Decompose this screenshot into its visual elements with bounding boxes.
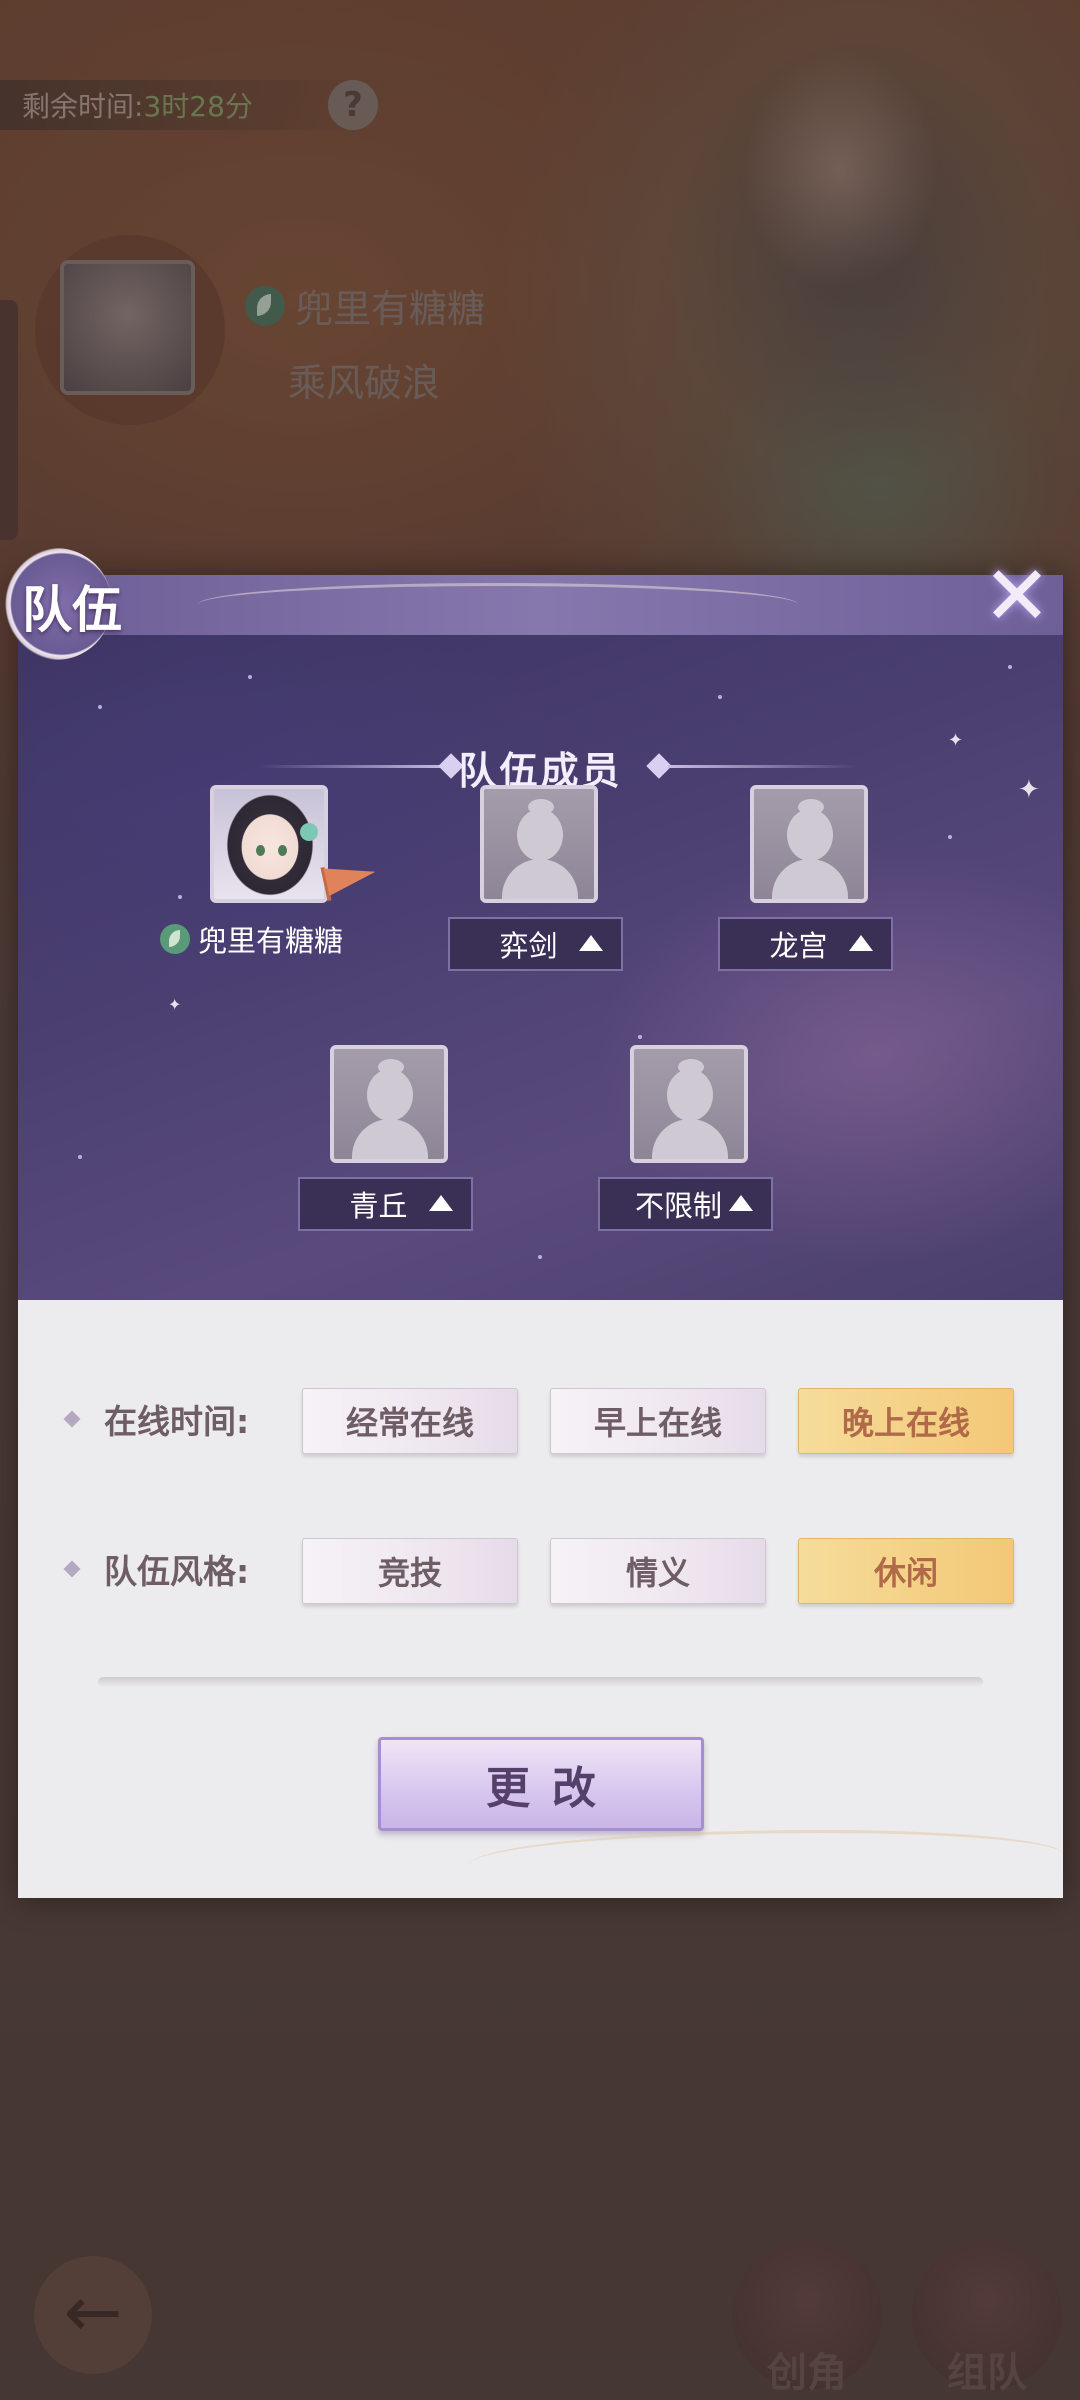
hair-flower-icon [300, 823, 318, 841]
empty-member-slot[interactable] [630, 1045, 748, 1163]
change-button[interactable]: 更改 [378, 1737, 704, 1831]
caret-up-icon [849, 935, 873, 951]
bullet-diamond-icon [63, 1410, 81, 1428]
dialog-title: 队伍 [22, 580, 122, 639]
silhouette-head [517, 809, 563, 861]
leaf-icon [160, 924, 190, 954]
close-icon[interactable]: ✕ [980, 556, 1054, 638]
team-style-competitive-button[interactable]: 竞技 [302, 1538, 518, 1604]
star-decor [1008, 665, 1012, 669]
team-style-friendship-button[interactable]: 情义 [550, 1538, 766, 1604]
silhouette-body [652, 1119, 728, 1159]
team-dialog: ✦ ✦ ✦ 队伍成员 兜里有糖糖 弈剑 龙宫 青丘 不限制 在线时间: 经常在线… [18, 575, 1063, 1898]
leader-name: 兜里有糖糖 [198, 924, 344, 958]
star-decor [638, 1035, 642, 1039]
avatar-eye [256, 845, 265, 856]
star-decor [948, 835, 952, 839]
silhouette-head [667, 1069, 713, 1121]
dialog-header [18, 575, 1063, 635]
class-select-label: 弈剑 [499, 929, 558, 963]
online-time-morning-button[interactable]: 早上在线 [550, 1388, 766, 1454]
class-select-label: 龙宫 [769, 929, 828, 963]
silhouette-body [772, 859, 848, 899]
avatar-eye [278, 845, 287, 856]
online-time-often-button[interactable]: 经常在线 [302, 1388, 518, 1454]
star-decor [78, 1155, 82, 1159]
team-style-row-label: 队伍风格: [63, 1545, 250, 1593]
star-decor [98, 705, 102, 709]
online-time-label: 在线时间: [104, 1402, 250, 1441]
empty-member-slot[interactable] [480, 785, 598, 903]
class-select-1[interactable]: 弈剑 [448, 917, 623, 971]
online-time-evening-button[interactable]: 晚上在线 [798, 1388, 1014, 1454]
class-select-2[interactable]: 龙宫 [718, 917, 893, 971]
silhouette-head [787, 809, 833, 861]
team-members-panel: ✦ ✦ ✦ 队伍成员 兜里有糖糖 弈剑 龙宫 青丘 不限制 [18, 635, 1063, 1300]
leader-avatar[interactable] [210, 785, 328, 903]
star-decor [718, 695, 722, 699]
leader-flag-icon [323, 858, 379, 896]
star-decor [248, 675, 252, 679]
star-decor [538, 1255, 542, 1259]
class-select-3[interactable]: 青丘 [298, 1177, 473, 1231]
team-style-label: 队伍风格: [104, 1552, 250, 1591]
caret-up-icon [429, 1195, 453, 1211]
caret-up-icon [729, 1195, 753, 1211]
silhouette-head [367, 1069, 413, 1121]
class-select-label: 不限制 [634, 1189, 722, 1223]
star-decor [178, 895, 182, 899]
team-style-casual-button[interactable]: 休闲 [798, 1538, 1014, 1604]
empty-member-slot[interactable] [750, 785, 868, 903]
title-deco-right [668, 765, 858, 768]
class-select-4[interactable]: 不限制 [598, 1177, 773, 1231]
empty-member-slot[interactable] [330, 1045, 448, 1163]
sparkle-decor: ✦ [168, 995, 182, 1014]
silhouette-body [502, 859, 578, 899]
caret-up-icon [579, 935, 603, 951]
online-time-row-label: 在线时间: [63, 1395, 250, 1443]
leader-name-row: 兜里有糖糖 [160, 918, 343, 960]
bullet-diamond-icon [63, 1560, 81, 1578]
divider [98, 1677, 983, 1687]
footer-wave-decor [468, 1830, 1063, 1890]
silhouette-body [352, 1119, 428, 1159]
class-select-label: 青丘 [349, 1189, 408, 1223]
